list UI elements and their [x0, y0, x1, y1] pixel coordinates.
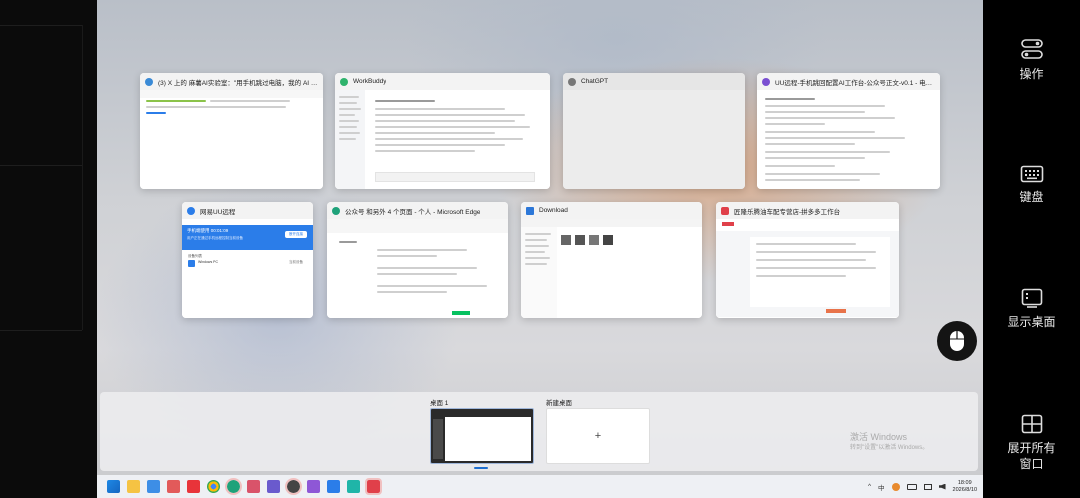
app-pink-icon[interactable]	[247, 480, 260, 493]
wps-icon[interactable]	[187, 480, 200, 493]
window-download[interactable]: Download	[521, 202, 702, 318]
document-icon	[762, 77, 770, 86]
system-tray: ^ 中 18:09 2026/8/10	[868, 475, 977, 498]
uu-disconnect-button[interactable]: 断开连接	[285, 231, 307, 238]
workbuddy-icon	[340, 77, 348, 86]
plus-icon: +	[594, 430, 602, 442]
window-preview	[327, 219, 508, 318]
uu-status-text: 手机端使用 00:01:09	[187, 228, 229, 233]
remote-control-panel: 操作 键盘 显示桌面 展开所有窗口	[983, 0, 1080, 498]
app-purple-icon[interactable]	[267, 480, 280, 493]
network-icon[interactable]	[923, 483, 932, 490]
window-title: (3) X 上的 麻薯AI实验室："用手机跳过电脑，我的 AI 任务…	[158, 79, 318, 87]
window-pdd[interactable]: 匠隆乐腾油车配专营店-拼多多工作台	[716, 202, 899, 318]
mouse-icon	[950, 331, 964, 351]
uu-status-sub: 用户正在通过手机远程控制当前设备	[187, 236, 243, 240]
start-icon[interactable]	[107, 480, 120, 493]
watermark-title: 激活 Windows	[850, 432, 908, 442]
toggles-icon	[1020, 39, 1043, 59]
window-preview: 手机端使用 00:01:09 用户正在通过手机远程控制当前设备 断开连接 设备列…	[182, 219, 313, 318]
window-uu-doc[interactable]: UU远程-手机跳回配置AI工作台-公众号正文-v0.1 - 电商运营跟问…	[757, 73, 940, 189]
tray-app-icon[interactable]	[891, 482, 900, 491]
window-preview	[335, 90, 550, 189]
virtual-desktops-bar: 桌面 1 新建桌面 + 激活 Windows 转到"设置"以激活 Windows…	[100, 392, 978, 471]
window-preview	[757, 90, 940, 189]
ime-indicator[interactable]: 中	[878, 482, 885, 492]
keyboard-icon	[1020, 165, 1043, 183]
window-title: UU远程-手机跳回配置AI工作台-公众号正文-v0.1 - 电商运营跟问…	[775, 79, 935, 87]
expand-all-windows-button[interactable]: 展开所有窗口	[983, 414, 1080, 472]
window-preview	[140, 90, 323, 189]
grid-windows-icon	[1021, 414, 1042, 434]
window-x-post[interactable]: (3) X 上的 麻薯AI实验室："用手机跳过电脑，我的 AI 任务…	[140, 73, 323, 189]
window-title: 匠隆乐腾油车配专营店-拼多多工作台	[734, 208, 841, 216]
tray-overflow-icon[interactable]: ^	[868, 483, 871, 490]
clock[interactable]: 18:09 2026/8/10	[953, 480, 977, 494]
window-preview	[521, 219, 702, 318]
battery-icon[interactable]	[906, 483, 917, 490]
new-desktop-button[interactable]: +	[546, 408, 650, 464]
volume-icon[interactable]	[938, 483, 946, 490]
operate-button[interactable]: 操作	[983, 38, 1080, 82]
window-title: Download	[539, 207, 568, 214]
edge-taskbar-icon[interactable]	[225, 478, 242, 495]
folder-icon	[526, 206, 534, 215]
show-desktop-button[interactable]: 显示桌面	[983, 288, 1080, 330]
pdd-icon	[721, 206, 729, 215]
window-preview	[563, 90, 745, 189]
store-icon[interactable]	[147, 480, 160, 493]
show-desktop-label: 显示桌面	[1007, 315, 1056, 329]
mouse-mode-button[interactable]	[937, 321, 977, 361]
window-preview	[716, 219, 899, 318]
pdd-taskbar-icon[interactable]	[365, 478, 382, 495]
browser-icon	[145, 77, 153, 86]
desktop-label: 桌面 1	[430, 400, 449, 407]
desktop-icon	[1021, 288, 1042, 308]
wechat-taskbar-icon[interactable]	[347, 480, 360, 493]
window-title: WorkBuddy	[353, 78, 387, 85]
current-desktop-indicator	[474, 467, 488, 469]
uu-remote-icon	[187, 206, 195, 215]
window-edge-wechat[interactable]: 公众号 和另外 4 个页面 - 个人 - Microsoft Edge	[327, 202, 508, 318]
keyboard-button[interactable]: 键盘	[983, 165, 1080, 205]
chatgpt-taskbar-icon[interactable]	[285, 478, 302, 495]
window-title: 公众号 和另外 4 个页面 - 个人 - Microsoft Edge	[345, 208, 481, 216]
file-explorer-icon[interactable]	[127, 480, 140, 493]
device-icon	[188, 260, 195, 267]
clock-time: 18:09	[957, 479, 972, 486]
window-title: ChatGPT	[581, 78, 609, 85]
operate-label: 操作	[1019, 67, 1044, 81]
keyboard-label: 键盘	[1019, 190, 1044, 204]
uu-device-name: Windows PC	[198, 260, 219, 264]
clock-date: 2026/8/10	[952, 486, 977, 493]
uu-section-title: 设备列表	[188, 254, 202, 258]
app-red-icon[interactable]	[167, 480, 180, 493]
window-uu-remote[interactable]: 网易UU远程 手机端使用 00:01:09 用户正在通过手机远程控制当前设备 断…	[182, 202, 313, 318]
window-chatgpt[interactable]: ChatGPT	[563, 73, 745, 189]
uu-device-status: 当前设备	[289, 260, 303, 264]
uu-taskbar-icon[interactable]	[327, 480, 340, 493]
app-violet-icon[interactable]	[307, 480, 320, 493]
taskbar: ^ 中 18:09 2026/8/10	[97, 475, 983, 498]
activation-watermark: 激活 Windows 转到"设置"以激活 Windows。	[850, 432, 928, 454]
new-desktop-label: 新建桌面	[546, 400, 572, 407]
window-title: 网易UU远程	[200, 208, 236, 216]
expand-all-label: 展开所有窗口	[1007, 441, 1056, 471]
left-black-margin	[0, 0, 97, 498]
uu-status-banner: 手机端使用 00:01:09 用户正在通过手机远程控制当前设备 断开连接	[182, 225, 313, 250]
chrome-icon[interactable]	[207, 480, 220, 493]
chatgpt-icon	[568, 77, 576, 86]
window-workbuddy[interactable]: WorkBuddy	[335, 73, 550, 189]
watermark-sub: 转到"设置"以激活 Windows。	[850, 445, 929, 451]
desktop-thumbnail	[430, 408, 534, 464]
edge-icon	[332, 206, 340, 215]
